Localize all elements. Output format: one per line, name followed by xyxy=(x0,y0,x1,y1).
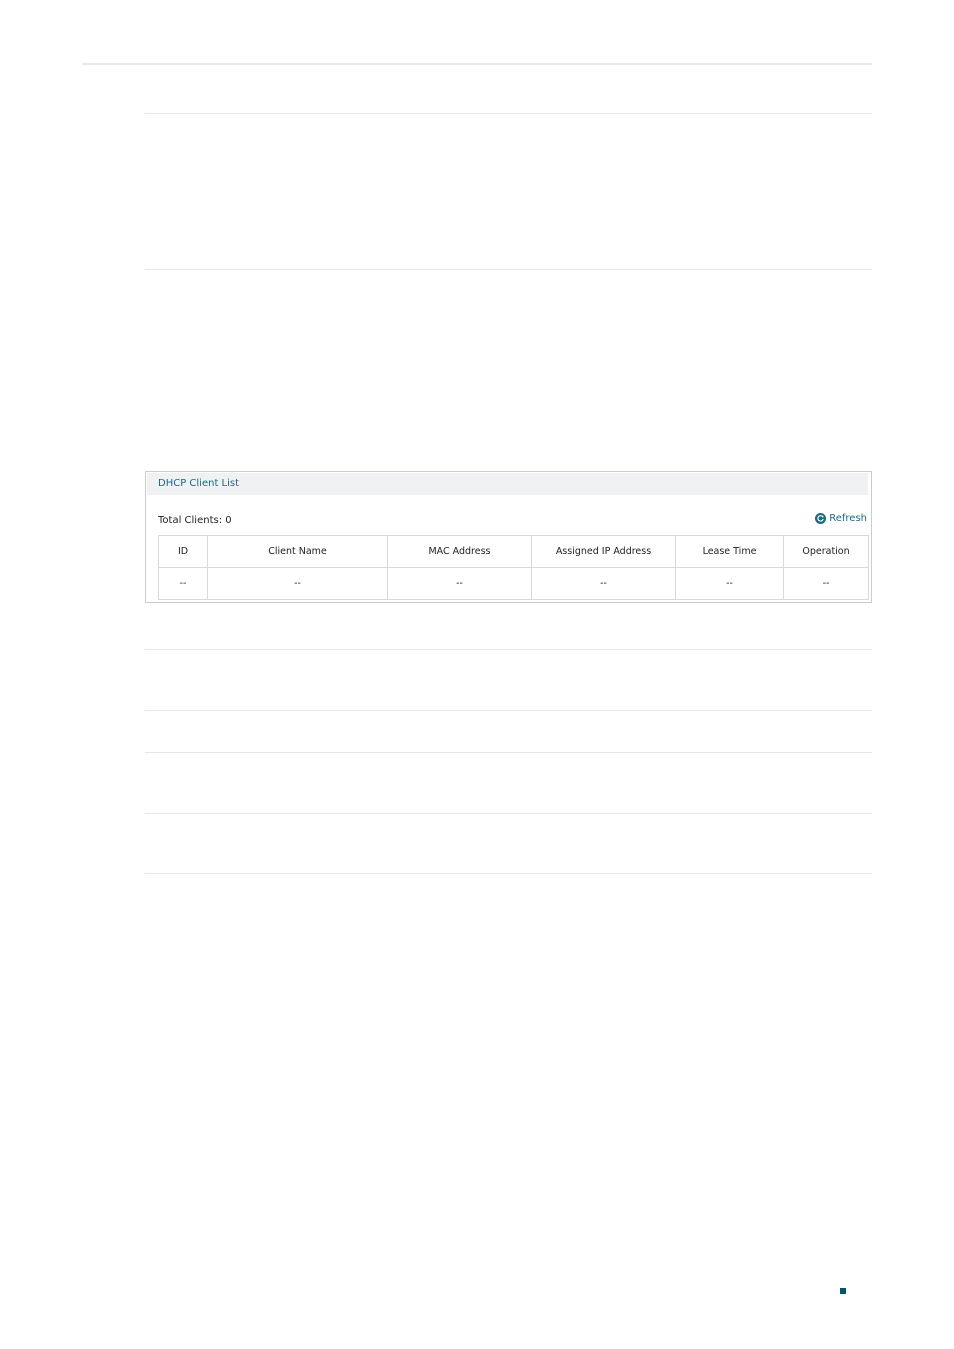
cell-client-name: -- xyxy=(207,567,388,600)
cell-assigned-ip: -- xyxy=(531,567,676,600)
column-header-mac-address[interactable]: MAC Address xyxy=(387,535,532,568)
divider xyxy=(145,649,872,650)
column-header-operation: Operation xyxy=(783,535,869,568)
refresh-icon xyxy=(815,513,827,524)
divider xyxy=(145,710,872,711)
column-header-id[interactable]: ID xyxy=(158,535,208,568)
divider xyxy=(145,873,872,874)
refresh-label: Refresh xyxy=(829,513,867,524)
divider xyxy=(145,269,872,270)
refresh-button[interactable]: Refresh xyxy=(815,513,867,524)
column-header-assigned-ip[interactable]: Assigned IP Address xyxy=(531,535,676,568)
divider xyxy=(145,813,872,814)
divider xyxy=(145,113,872,114)
cell-mac-address: -- xyxy=(387,567,532,600)
total-clients-label: Total Clients: 0 xyxy=(158,515,232,526)
panel-title: DHCP Client List xyxy=(147,473,868,495)
table-row: -- -- -- -- -- -- xyxy=(158,567,869,600)
column-header-client-name[interactable]: Client Name xyxy=(207,535,388,568)
table-header-row: ID Client Name MAC Address Assigned IP A… xyxy=(158,535,869,568)
column-header-lease-time[interactable]: Lease Time xyxy=(675,535,784,568)
cell-operation: -- xyxy=(783,567,869,600)
client-table: ID Client Name MAC Address Assigned IP A… xyxy=(158,535,869,600)
divider xyxy=(145,752,872,753)
page-marker xyxy=(840,1288,846,1294)
cell-id: -- xyxy=(158,567,208,600)
page-header-rule xyxy=(82,63,872,65)
cell-lease-time: -- xyxy=(675,567,784,600)
dhcp-client-list-panel: DHCP Client List Total Clients: 0 Refres… xyxy=(145,471,872,603)
